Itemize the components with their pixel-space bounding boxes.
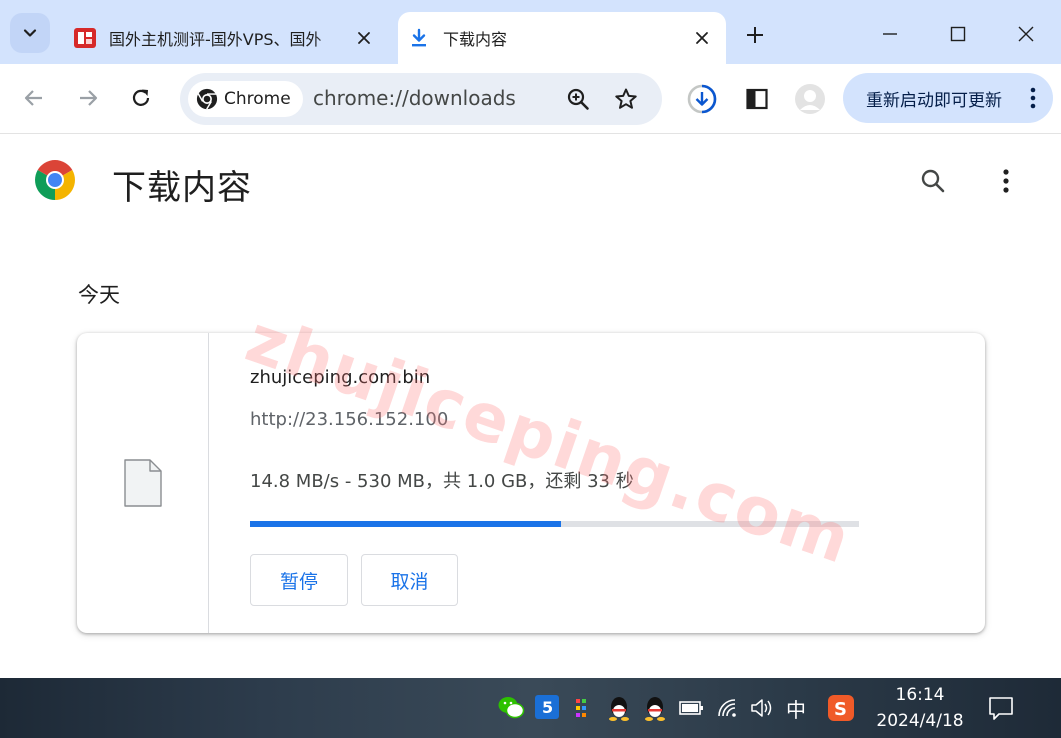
back-button[interactable] xyxy=(14,78,54,118)
tab-search-button[interactable] xyxy=(10,13,50,53)
site-info-chip[interactable]: Chrome xyxy=(188,81,303,117)
reload-button[interactable] xyxy=(121,78,161,118)
page-title: 下载内容 xyxy=(112,168,252,208)
arrow-left-icon xyxy=(24,90,42,106)
tab-zhujiceping[interactable]: 国外主机测评-国外VPS、国外 xyxy=(64,12,388,64)
more-actions-button[interactable] xyxy=(985,160,1027,202)
avatar-icon xyxy=(795,84,825,114)
download-status: 14.8 MB/s - 530 MB，共 1.0 GB，还剩 33 秒 xyxy=(250,471,634,492)
pause-button[interactable]: 暂停 xyxy=(250,554,348,606)
search-icon xyxy=(921,169,945,193)
star-icon xyxy=(615,88,637,109)
kebab-menu-icon xyxy=(1030,87,1036,109)
chip-label: Chrome xyxy=(224,89,291,109)
wechat-icon[interactable] xyxy=(495,692,527,724)
chevron-down-icon xyxy=(23,29,37,37)
chrome-icon xyxy=(196,88,218,110)
tab-strip: 国外主机测评-国外VPS、国外 下载内容 xyxy=(0,0,1061,64)
sogou-ime-icon[interactable]: S xyxy=(825,692,857,724)
tab-title: 下载内容 xyxy=(443,30,508,49)
maximize-icon xyxy=(950,26,966,42)
update-label: 重新启动即可更新 xyxy=(866,90,1002,111)
zoom-in-icon xyxy=(567,88,589,110)
tab-title: 国外主机测评-国外VPS、国外 xyxy=(109,30,322,49)
minimize-icon xyxy=(883,33,897,35)
input-method-indicator[interactable]: 中 xyxy=(786,694,806,723)
qq-icon[interactable] xyxy=(603,692,635,724)
system-clock[interactable]: 16:14 2024/4/18 xyxy=(870,682,970,734)
zoom-button[interactable] xyxy=(562,83,594,115)
svg-text:5: 5 xyxy=(542,698,553,717)
side-panel-button[interactable] xyxy=(737,79,777,119)
wifi-icon[interactable] xyxy=(713,692,745,724)
toolbar: Chrome chrome://downloads 重新启动即可更新 xyxy=(0,64,1061,134)
file-icon xyxy=(123,459,162,507)
clock-time: 16:14 xyxy=(895,685,945,705)
download-progress-icon xyxy=(687,84,717,114)
battery-icon[interactable] xyxy=(675,692,707,724)
search-downloads-button[interactable] xyxy=(912,160,954,202)
forward-button[interactable] xyxy=(68,78,108,118)
relaunch-update-button[interactable]: 重新启动即可更新 xyxy=(843,73,1053,123)
plus-icon xyxy=(747,27,763,43)
download-item-card: zhujiceping.com.bin http://23.156.152.10… xyxy=(77,333,985,633)
profile-button[interactable] xyxy=(790,79,830,119)
kebab-menu-icon xyxy=(1003,169,1009,193)
cancel-button[interactable]: 取消 xyxy=(361,554,458,606)
notification-center-button[interactable] xyxy=(985,692,1017,724)
qq-icon[interactable] xyxy=(639,692,671,724)
downloads-button[interactable] xyxy=(682,79,722,119)
close-icon xyxy=(1018,26,1034,42)
tab-downloads[interactable]: 下载内容 xyxy=(398,12,726,64)
file-icon-column xyxy=(77,333,209,633)
site-favicon-icon xyxy=(73,26,97,50)
url-text[interactable]: chrome://downloads xyxy=(313,86,516,110)
arrow-right-icon xyxy=(80,90,98,106)
new-tab-button[interactable] xyxy=(736,18,774,52)
close-tab-icon[interactable] xyxy=(350,24,378,52)
download-filename[interactable]: zhujiceping.com.bin xyxy=(250,367,430,388)
clock-date: 2024/4/18 xyxy=(876,711,964,731)
taskbar: 5 中 S 16:14 2024/4/18 xyxy=(0,678,1061,738)
volume-icon[interactable] xyxy=(746,692,778,724)
close-tab-icon[interactable] xyxy=(688,24,716,52)
notification-icon xyxy=(989,697,1013,720)
address-bar[interactable]: Chrome chrome://downloads xyxy=(180,73,662,125)
date-heading: 今天 xyxy=(78,283,120,307)
app-tray-icon[interactable]: 5 xyxy=(531,692,563,724)
download-progress-bar xyxy=(250,521,859,527)
color-grid-icon[interactable] xyxy=(567,692,599,724)
maximize-button[interactable] xyxy=(928,12,988,56)
download-favicon-icon xyxy=(407,26,431,50)
reload-icon xyxy=(132,89,150,106)
download-progress-fill xyxy=(250,521,561,527)
download-source-url[interactable]: http://23.156.152.100 xyxy=(250,409,448,430)
minimize-button[interactable] xyxy=(860,12,920,56)
bookmark-button[interactable] xyxy=(610,83,642,115)
chrome-logo-icon xyxy=(35,160,75,200)
svg-text:S: S xyxy=(834,699,847,720)
side-panel-icon xyxy=(746,88,768,110)
close-window-button[interactable] xyxy=(996,12,1056,56)
